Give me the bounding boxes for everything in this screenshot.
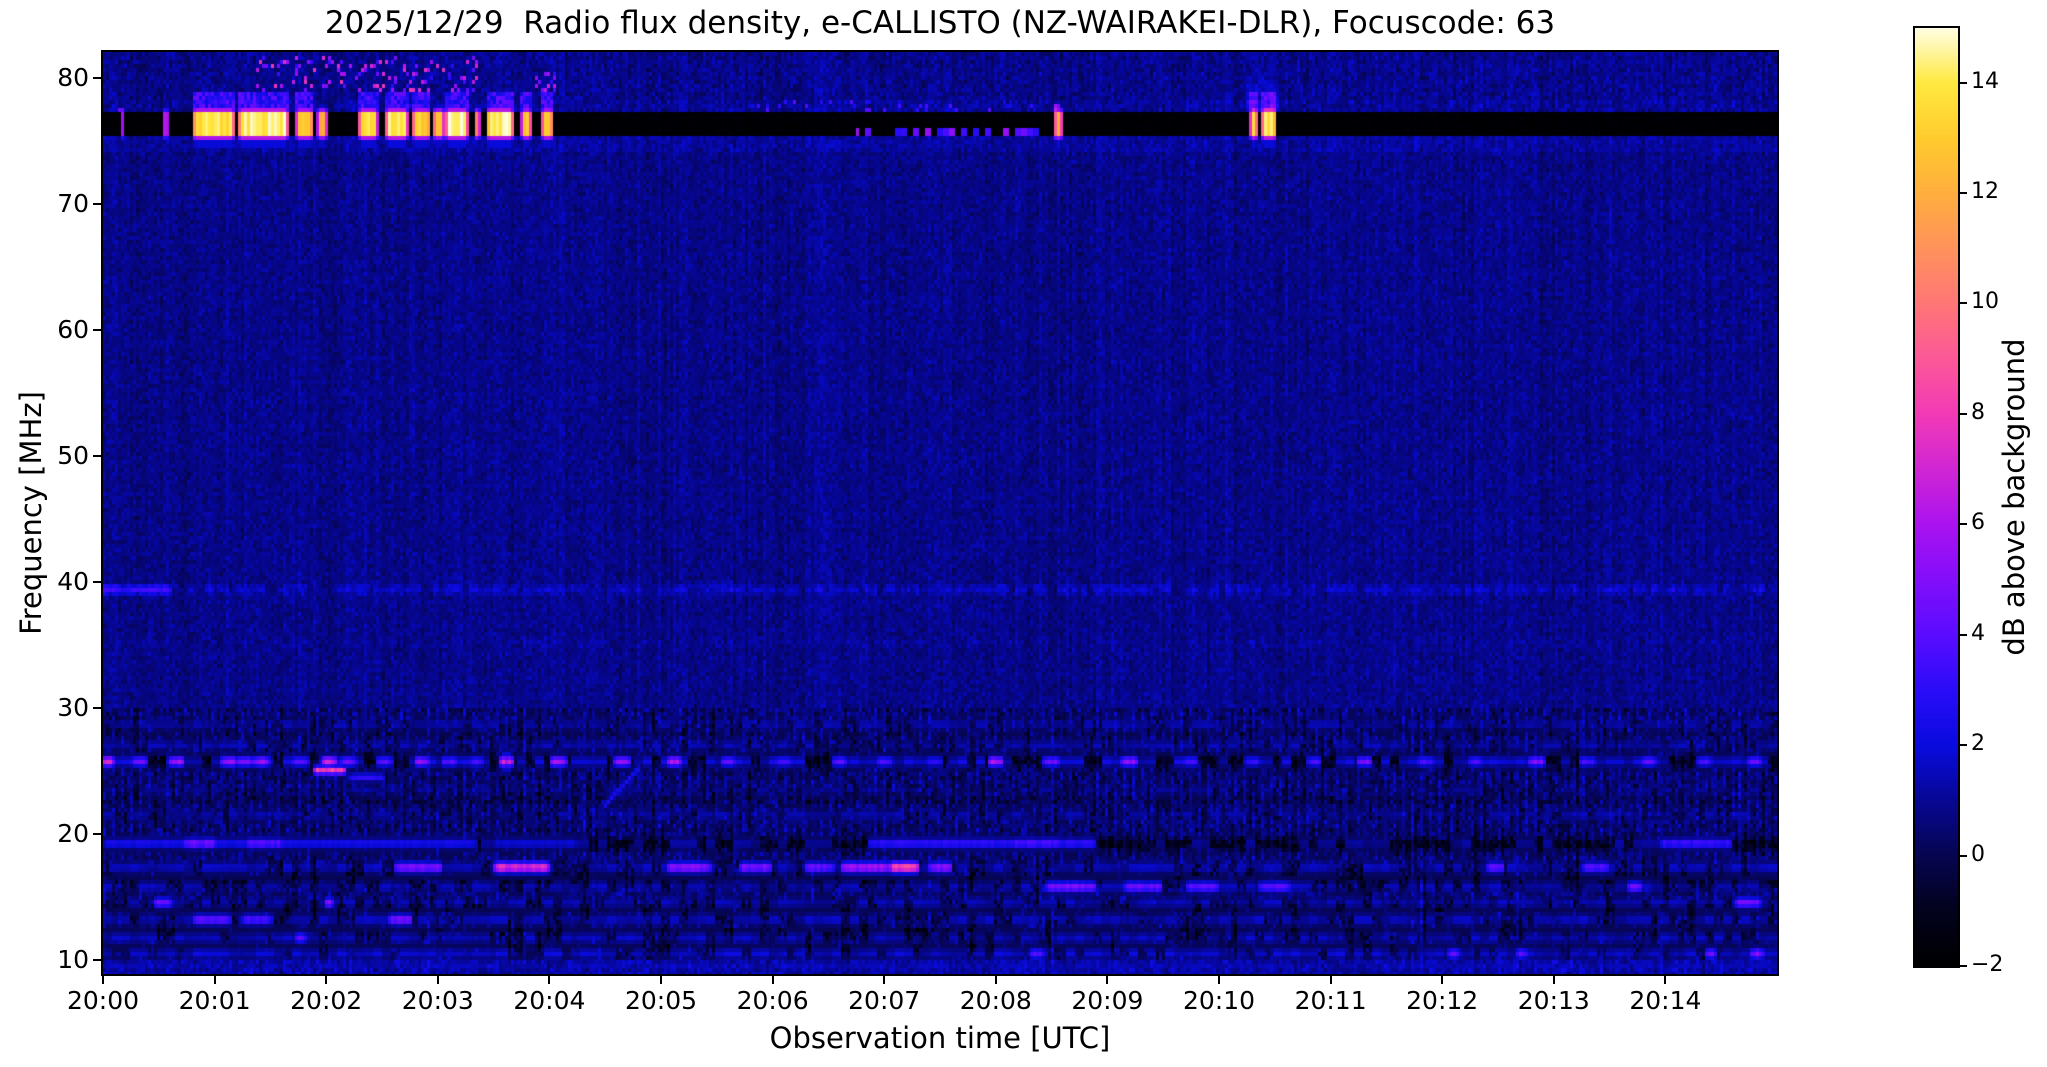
colorbar-tick-mark: [1960, 523, 1967, 526]
x-tick-mark: [1664, 976, 1667, 984]
y-tick-mark: [93, 833, 101, 835]
colorbar-tick-label: 4: [1971, 620, 1985, 646]
chart-title: 2025/12/29 Radio flux density, e-CALLIST…: [324, 5, 1556, 41]
y-tick-mark: [93, 707, 101, 709]
colorbar-tick-label: −2: [1971, 952, 2004, 977]
x-tick-label: 20:14: [1629, 986, 1702, 1015]
x-tick-mark: [436, 976, 439, 984]
figure: 2025/12/29 Radio flux density, e-CALLIST…: [0, 0, 2047, 1067]
x-tick-mark: [1218, 976, 1220, 984]
colorbar-tick-label: 2: [1971, 731, 1985, 757]
x-tick-mark: [1441, 976, 1444, 984]
spectrogram-canvas: [101, 50, 1779, 976]
y-tick-label: 20: [57, 819, 89, 848]
colorbar-tick-mark: [1960, 854, 1967, 857]
x-tick-mark: [1329, 976, 1332, 984]
colorbar: [1913, 26, 1960, 968]
colorbar-tick-label: 6: [1971, 510, 1985, 536]
x-tick-mark: [325, 976, 328, 984]
y-axis-label: Frequency [MHz]: [14, 391, 48, 635]
y-tick-mark: [93, 455, 101, 457]
y-tick-label: 70: [57, 189, 89, 218]
x-tick-mark: [1106, 976, 1109, 984]
y-tick-mark: [93, 959, 101, 961]
colorbar-tick-mark: [1960, 412, 1967, 415]
y-tick-label: 10: [57, 945, 89, 974]
x-tick-mark: [994, 976, 997, 984]
y-tick-label: 80: [57, 63, 89, 92]
colorbar-tick-label: 14: [1971, 68, 1999, 94]
colorbar-tick-mark: [1960, 302, 1967, 305]
x-tick-mark: [883, 976, 886, 984]
y-tick-label: 40: [57, 567, 89, 596]
y-tick-label: 30: [57, 693, 89, 722]
colorbar-label: dB above background: [1997, 338, 2031, 656]
x-tick-mark: [213, 976, 216, 984]
colorbar-tick-mark: [1960, 965, 1967, 967]
x-tick-mark: [771, 976, 774, 984]
x-tick-mark: [102, 976, 104, 984]
colorbar-tick-mark: [1960, 744, 1967, 747]
y-tick-mark: [93, 329, 101, 331]
y-tick-label: 60: [57, 315, 89, 344]
colorbar-tick-label: 12: [1971, 179, 1999, 205]
colorbar-tick-mark: [1960, 633, 1967, 636]
colorbar-tick-mark: [1960, 81, 1967, 84]
y-tick-mark: [93, 581, 101, 583]
y-tick-mark: [93, 77, 101, 79]
colorbar-tick-label: 0: [1971, 841, 1985, 867]
y-tick-label: 50: [57, 441, 89, 470]
colorbar-tick-mark: [1960, 192, 1967, 195]
x-tick-mark: [1552, 976, 1555, 984]
colorbar-tick-label: 8: [1971, 399, 1985, 425]
colorbar-tick-label: 10: [1971, 289, 1999, 315]
x-tick-mark: [660, 976, 662, 984]
y-tick-mark: [93, 203, 101, 205]
x-axis-label: Observation time [UTC]: [769, 1021, 1111, 1055]
x-tick-mark: [548, 976, 551, 984]
